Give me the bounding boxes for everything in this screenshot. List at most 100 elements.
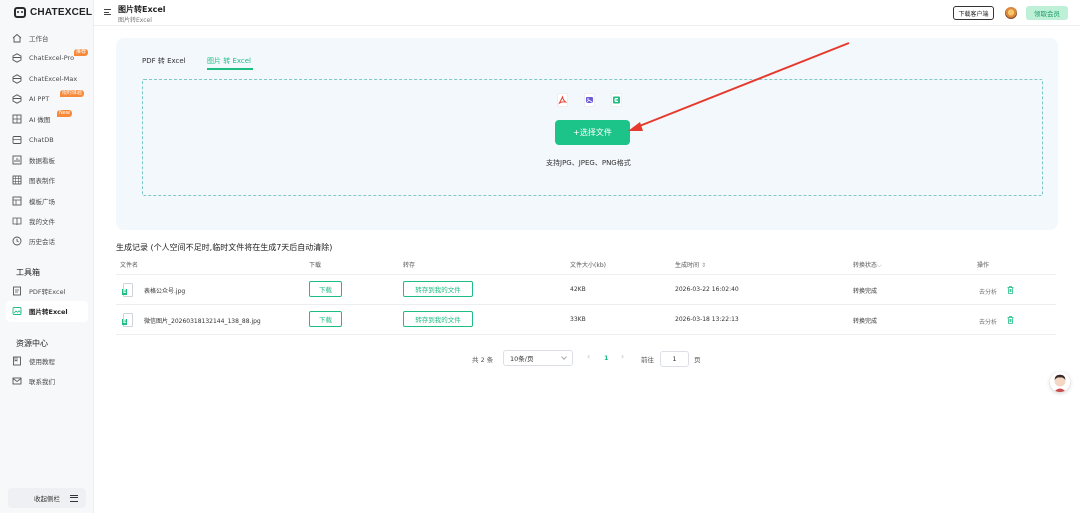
sidebar-item-ai-draw[interactable]: AI 做图 New [0, 109, 94, 129]
save-to-my-files-button[interactable]: 转存到我的文件 [403, 311, 473, 327]
conversion-status: 转换完成 [853, 318, 878, 325]
table-row: 表格公众号.jpg 下载 转存到我的文件 42KB 2026-03-22 16:… [116, 275, 1056, 305]
sidebar-item-label: 工作台 [29, 35, 49, 44]
sidebar-item-label: 我的文件 [29, 217, 55, 226]
home-icon [12, 33, 22, 43]
tab-pdf-to-excel[interactable]: PDF 转 Excel [142, 56, 186, 66]
tab-image-to-excel[interactable]: 图片 转 Excel [207, 56, 251, 66]
active-tab-indicator [207, 68, 253, 70]
image-grid-icon [12, 114, 22, 124]
sidebar-item-contact[interactable]: 联系我们 [0, 371, 94, 391]
select-file-button[interactable]: +选择文件 [555, 120, 630, 145]
filter-chevron-icon: ⌵ [877, 262, 882, 269]
sidebar-item-label: 使用教程 [29, 358, 55, 367]
excel-file-icon [122, 283, 133, 297]
sidebar-item-history[interactable]: 历史会话 [0, 231, 94, 251]
sidebar-item-workbench[interactable]: 工作台 [0, 28, 94, 48]
limited-trial-badge: 限时体验 [60, 89, 85, 97]
analyze-link[interactable]: 去分析 [979, 287, 997, 296]
sidebar-item-label: 联系我们 [29, 378, 55, 387]
new-badge: New [57, 110, 72, 118]
sidebar: CHATEXCEL 工作台 ChatExcel-Pro 推荐 ChatExcel… [0, 0, 94, 513]
assistant-face-icon [1054, 374, 1066, 392]
sort-icon: ⇕ [700, 262, 706, 269]
template-icon [12, 196, 22, 206]
page-size-select[interactable]: 10条/页 [503, 350, 573, 366]
generated-time: 2026-03-18 13:22:13 [675, 316, 739, 323]
sidebar-item-my-files[interactable]: 我的文件 [0, 211, 94, 231]
menu-toggle-icon[interactable] [104, 9, 111, 15]
tutorial-icon [12, 356, 22, 366]
page-size-value: 10条/页 [510, 355, 534, 363]
sidebar-item-chatexcel-pro[interactable]: ChatExcel-Pro 推荐 [0, 48, 94, 68]
sidebar-item-label: ChatExcel-Pro [29, 54, 75, 63]
sidebar-item-pdf-to-excel[interactable]: PDF转Excel [0, 281, 94, 301]
col-size: 文件大小(kb) [570, 262, 606, 269]
sidebar-item-label: AI 做图 [29, 116, 51, 125]
col-status[interactable]: 转换状态⌵ [853, 260, 882, 270]
sidebar-item-label: AI PPT [29, 95, 50, 104]
download-client-button[interactable]: 下载客户端 [953, 6, 994, 20]
col-status-label: 转换状态 [853, 262, 878, 269]
page-title: 图片转Excel [118, 5, 166, 14]
sidebar-item-chatexcel-max[interactable]: ChatExcel-Max [0, 69, 94, 89]
hexagon-icon [12, 53, 22, 64]
mail-icon [12, 376, 22, 386]
claim-membership-button[interactable]: 领取会员 [1026, 6, 1068, 20]
file-size: 33KB [570, 316, 586, 323]
user-avatar[interactable] [1005, 7, 1017, 19]
sidebar-item-label: 模板广场 [29, 197, 55, 206]
download-button[interactable]: 下载 [309, 281, 342, 297]
book-icon [12, 216, 22, 226]
generated-time: 2026-03-22 16:02:40 [675, 286, 739, 293]
col-filename: 文件名 [120, 262, 139, 269]
trash-icon[interactable] [1007, 286, 1014, 294]
sidebar-item-label: ChatExcel-Max [29, 74, 78, 83]
logo[interactable]: CHATEXCEL [14, 7, 92, 18]
image-file-icon [12, 306, 22, 316]
trash-icon[interactable] [1007, 316, 1014, 324]
hexagon-icon [12, 94, 22, 104]
excel-file-icon [122, 313, 133, 327]
toolbox-title: 工具箱 [16, 268, 40, 277]
table-header: 文件名 下载 转存 文件大小(kb) 生成时间 ⇕ 转换状态⌵ 操作 [116, 255, 1056, 275]
file-name: 微信图片_20260318132144_138_88.jpg [144, 318, 261, 325]
sidebar-item-label: 图表制作 [29, 177, 55, 186]
support-avatar[interactable] [1050, 372, 1070, 392]
pagination-total: 共 2 条 [472, 356, 494, 364]
analyze-link[interactable]: 去分析 [979, 317, 997, 326]
page-number-current[interactable]: 1 [604, 354, 609, 362]
goto-page-input[interactable]: 1 [660, 351, 689, 367]
prev-page-button[interactable]: ‹ [587, 352, 590, 361]
resources-title: 资源中心 [16, 339, 48, 348]
pdf-icon [557, 93, 568, 107]
col-download: 下载 [309, 262, 322, 269]
file-size: 42KB [570, 286, 586, 293]
breadcrumb: 图片转Excel [118, 17, 152, 24]
download-button[interactable]: 下载 [309, 311, 342, 327]
sidebar-item-ai-ppt[interactable]: AI PPT 限时体验 [0, 89, 94, 109]
save-to-my-files-button[interactable]: 转存到我的文件 [403, 281, 473, 297]
hexagon-icon [12, 74, 22, 84]
sidebar-item-chatdb[interactable]: ChatDB [0, 129, 94, 149]
sidebar-item-template-square[interactable]: 模板广场 [0, 190, 94, 210]
table-icon [12, 175, 22, 185]
sidebar-item-label: 数据看板 [29, 156, 55, 165]
file-name: 表格公众号.jpg [144, 288, 186, 295]
sidebar-item-chart-making[interactable]: 图表制作 [0, 170, 94, 190]
chevron-down-icon [561, 354, 567, 360]
next-page-button[interactable]: › [621, 352, 624, 361]
table-row: 微信图片_20260318132144_138_88.jpg 下载 转存到我的文… [116, 305, 1056, 335]
page-suffix: 页 [694, 356, 701, 364]
sidebar-item-data-dashboard[interactable]: 数据看板 [0, 150, 94, 170]
main-nav: 工作台 ChatExcel-Pro 推荐 ChatExcel-Max AI PP… [0, 28, 94, 251]
col-time[interactable]: 生成时间 ⇕ [675, 260, 706, 269]
records-title: 生成记录 (个人空间不足时,临时文件将在生成7天后自动清除) [116, 243, 333, 252]
sidebar-item-tutorial[interactable]: 使用教程 [0, 351, 94, 371]
toolbox-nav: PDF转Excel 图片转Excel [0, 281, 94, 322]
robot-logo-icon [14, 7, 26, 18]
image-icon [584, 93, 595, 107]
clock-icon [12, 236, 22, 246]
sidebar-item-image-to-excel[interactable]: 图片转Excel [6, 301, 88, 322]
collapse-sidebar-button[interactable]: 收起侧栏 [8, 488, 86, 508]
